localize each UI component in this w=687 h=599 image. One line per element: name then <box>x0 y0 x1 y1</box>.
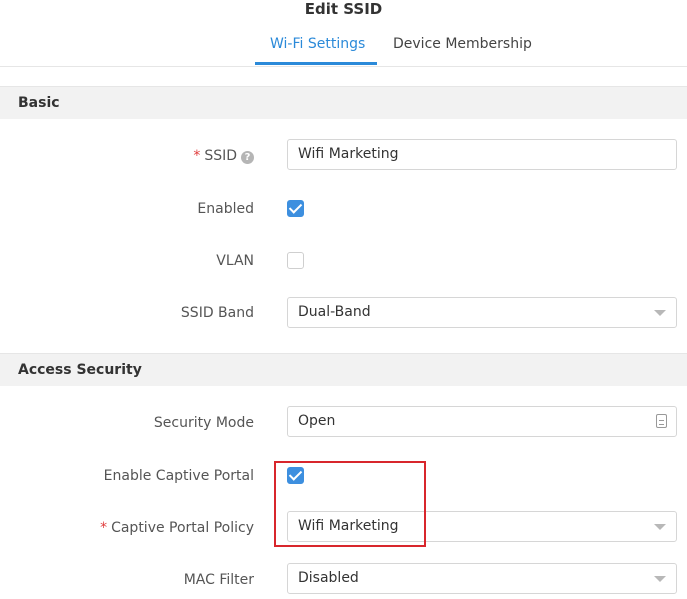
vlan-checkbox[interactable] <box>287 252 304 269</box>
section-access-security-header: Access Security <box>0 353 687 386</box>
chevron-down-icon <box>654 524 666 530</box>
enable-captive-portal-label: Enable Captive Portal <box>103 468 254 484</box>
section-access-security-title: Access Security <box>18 362 142 378</box>
security-mode-label: Security Mode <box>153 415 254 431</box>
mac-filter-value: Disabled <box>298 570 359 586</box>
help-icon[interactable]: ? <box>241 151 254 164</box>
section-basic-header: Basic <box>0 86 687 119</box>
required-mark: * <box>193 148 201 164</box>
ssid-band-value: Dual-Band <box>298 304 371 320</box>
ssid-input-value: Wifi Marketing <box>298 146 399 162</box>
vlan-label: VLAN <box>216 253 254 269</box>
enabled-label: Enabled <box>197 201 254 217</box>
section-basic-title: Basic <box>18 95 60 111</box>
required-mark: * <box>100 520 108 536</box>
mac-filter-label: MAC Filter <box>183 572 254 588</box>
ssid-label: * SSID? <box>193 146 254 166</box>
active-tab-indicator <box>255 62 377 65</box>
captive-portal-policy-label-text: Captive Portal Policy <box>111 520 254 536</box>
chevron-down-icon <box>654 576 666 582</box>
tab-bar: Wi-Fi Settings Device Membership <box>0 28 687 66</box>
annotation-highlight-box <box>274 461 426 547</box>
captive-portal-policy-label: * Captive Portal Policy <box>100 518 254 538</box>
dialog-title: Edit SSID <box>304 0 383 18</box>
chevron-down-icon <box>654 310 666 316</box>
tab-divider <box>0 66 687 67</box>
security-mode-select[interactable]: Open <box>287 406 677 437</box>
ssid-band-select[interactable]: Dual-Band <box>287 297 677 328</box>
security-mode-value: Open <box>298 413 336 429</box>
enabled-checkbox[interactable] <box>287 200 304 217</box>
tab-device-membership[interactable]: Device Membership <box>393 28 532 60</box>
tab-wifi-settings[interactable]: Wi-Fi Settings <box>270 28 365 60</box>
ssid-label-text: SSID <box>204 148 237 164</box>
lock-icon <box>656 414 667 428</box>
ssid-input[interactable]: Wifi Marketing <box>287 139 677 170</box>
edit-ssid-dialog: Edit SSID Wi-Fi Settings Device Membersh… <box>0 0 687 599</box>
ssid-band-label: SSID Band <box>180 305 254 321</box>
mac-filter-select[interactable]: Disabled <box>287 563 677 594</box>
